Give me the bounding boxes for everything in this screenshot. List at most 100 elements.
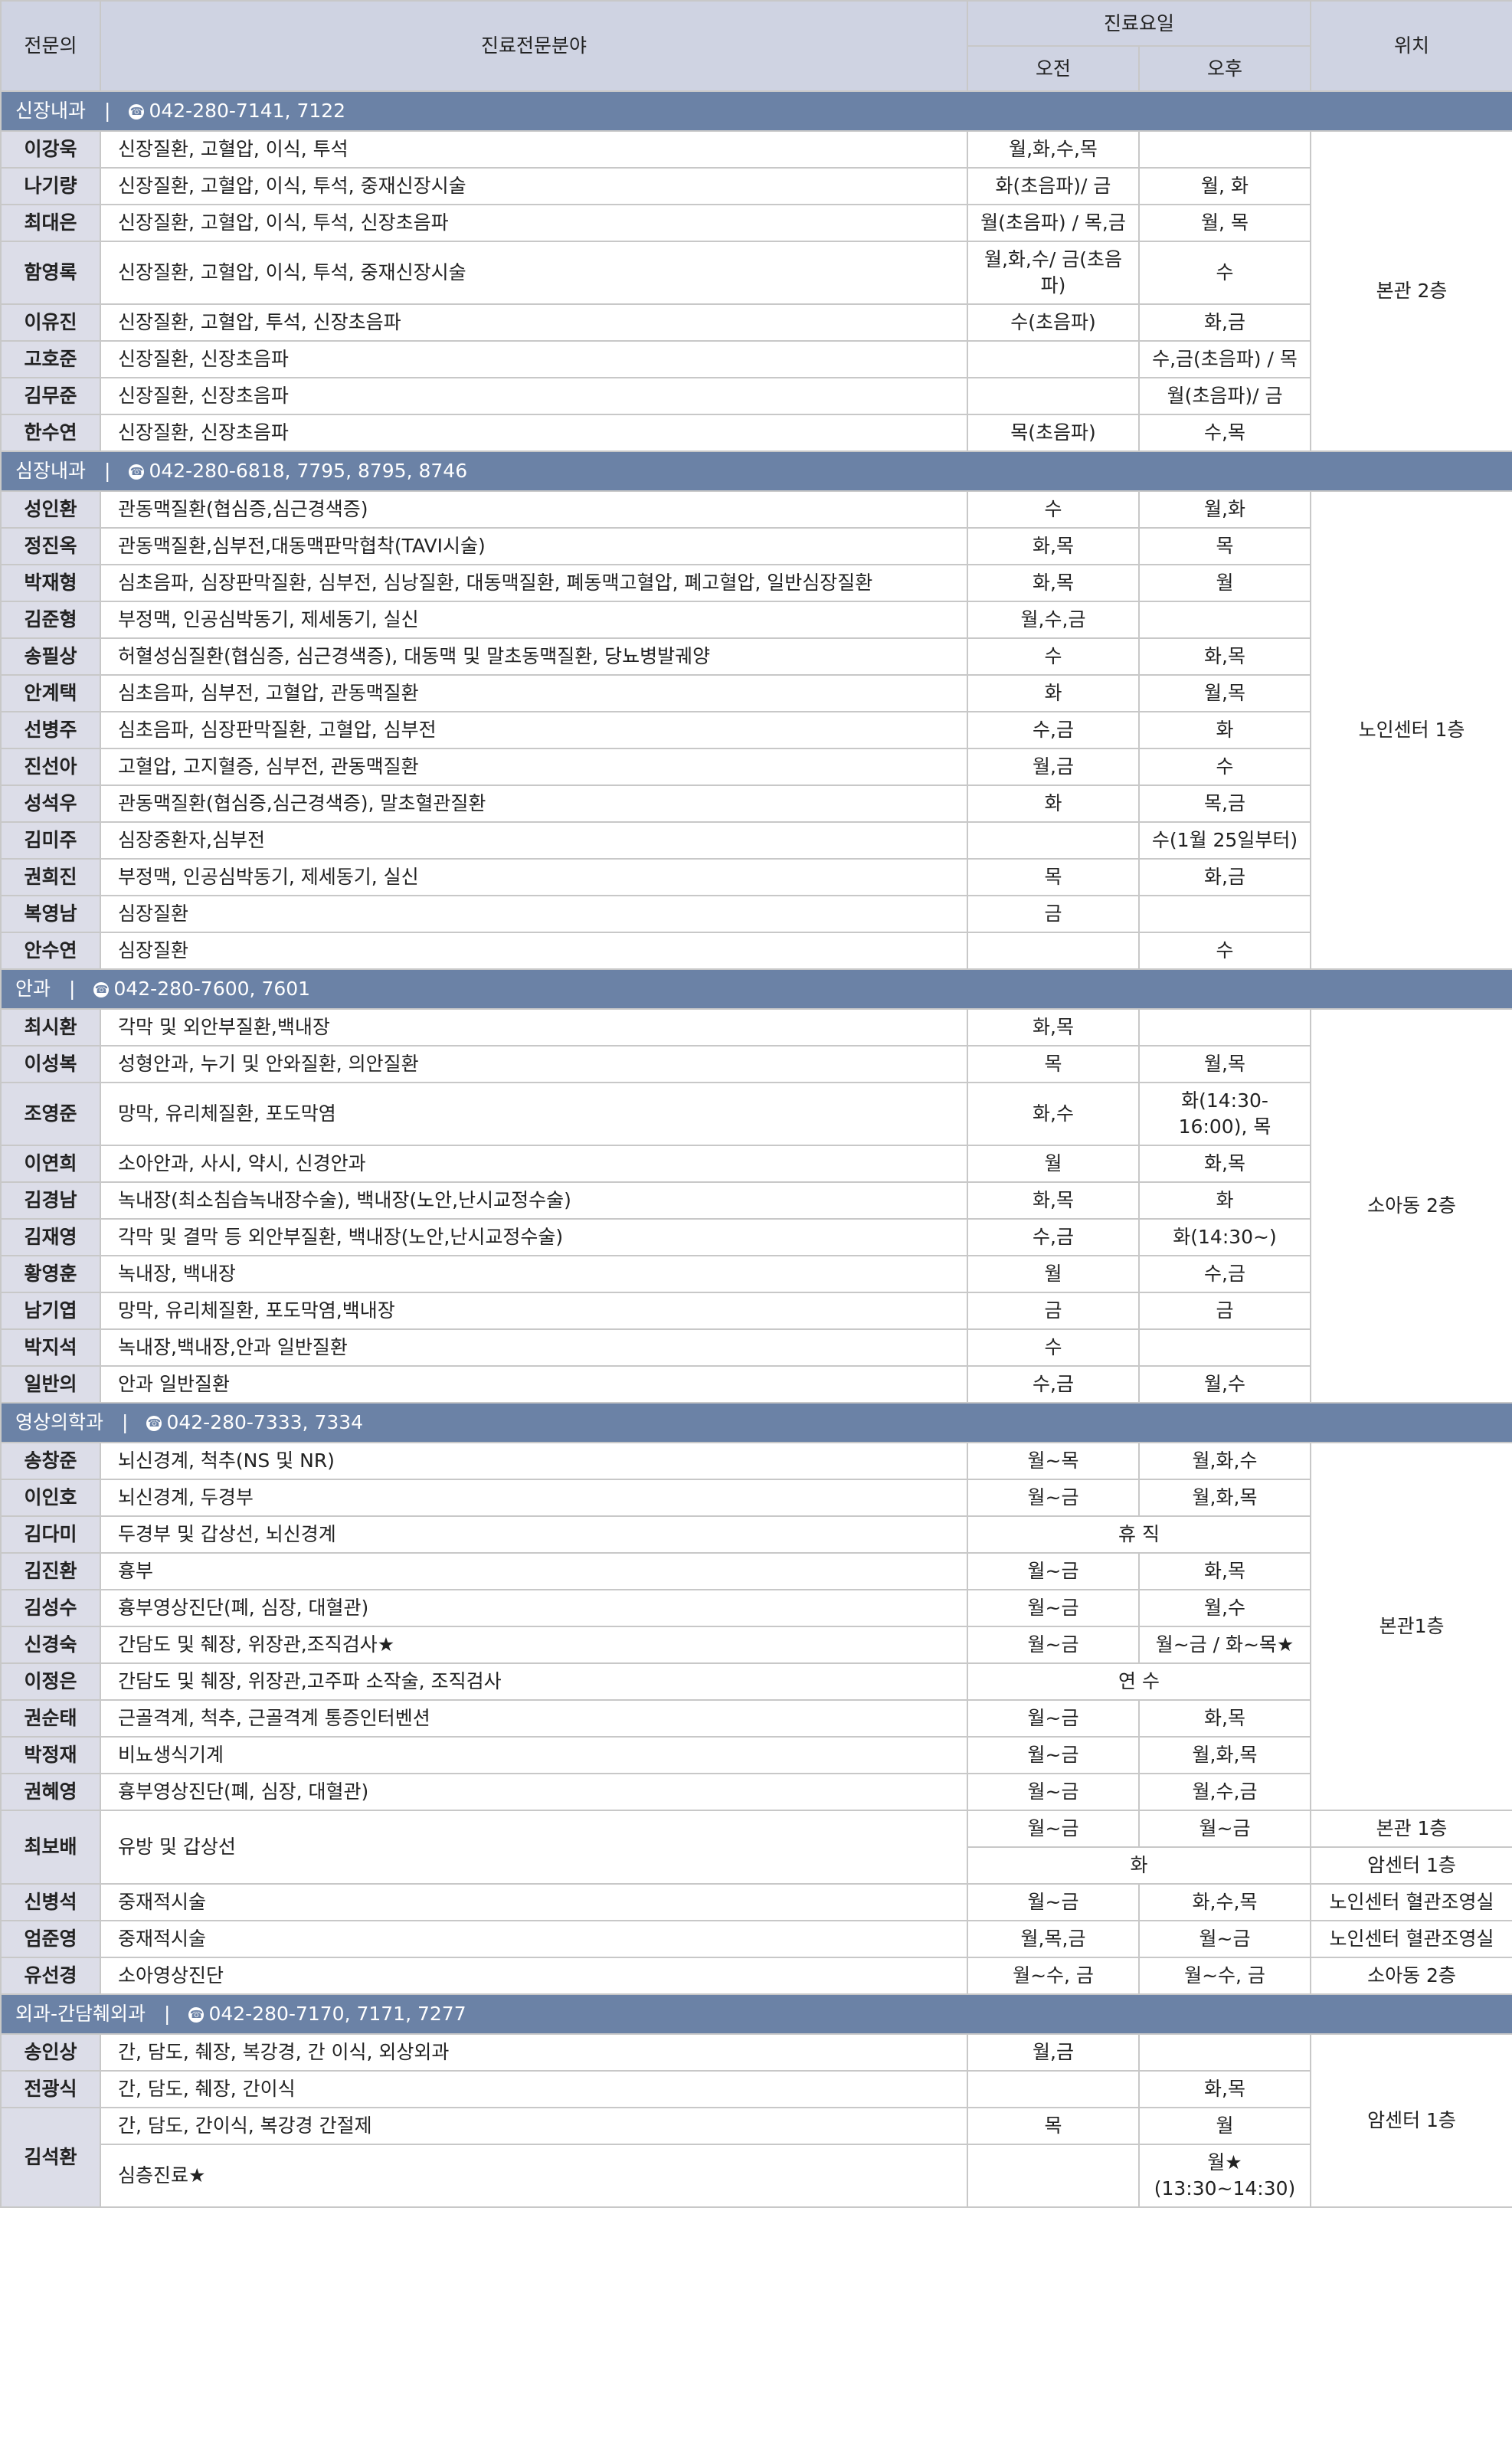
doctor-name: 이성복 — [0, 1045, 101, 1083]
table-row: 전광식 간, 담도, 췌장, 간이식 화,목 — [0, 2070, 1512, 2108]
department-phone: 042-280-6818, 7795, 8795, 8746 — [149, 460, 468, 482]
doctor-name: 최시환 — [0, 1008, 101, 1047]
schedule-pm: 화,수,목 — [1137, 1883, 1312, 1921]
doctor-name: 박정재 — [0, 1736, 101, 1774]
header-am: 오전 — [967, 45, 1140, 92]
schedule-pm: 월,목 — [1137, 1045, 1312, 1083]
table-row: 진선아 고혈압, 고지혈증, 심부전, 관동맥질환 월,금 수 — [0, 748, 1512, 786]
schedule-pm: 화 — [1137, 711, 1312, 749]
schedule-pm: 월,수 — [1137, 1589, 1312, 1627]
schedule-pm: 월(초음파)/ 금 — [1137, 377, 1312, 415]
schedule-pm: 월,수 — [1137, 1365, 1312, 1404]
table-row: 최시환 각막 및 외안부질환,백내장 화,목 소아동 2층 — [0, 1008, 1512, 1404]
doctor-name: 김무준 — [0, 377, 101, 415]
table-row: 선병주 심초음파, 심장판막질환, 고혈압, 심부전 수,금 화 — [0, 711, 1512, 749]
schedule-pm: 수,금 — [1137, 1255, 1312, 1293]
schedule-am: 화,목 — [967, 527, 1140, 565]
schedule-am: 월,수,금 — [967, 601, 1140, 639]
schedule-pm: 월,수,금 — [1137, 1773, 1312, 1811]
doctor-name: 안계택 — [0, 674, 101, 712]
doctor-name: 안수연 — [0, 932, 101, 970]
table-row: 신병석 중재적시술 월~금 화,수,목 노인센터 혈관조영실 — [0, 1883, 1512, 1921]
table-row: 정진옥 관동맥질환,심부전,대동맥판막협착(TAVI시술) 화,목 목 — [0, 527, 1512, 565]
schedule-am — [967, 821, 1140, 860]
specialty: 허혈성심질환(협심증, 심근경색증), 대동맥 및 말초동맥질환, 당뇨병발궤양 — [100, 637, 968, 676]
table-row: 이정은 간담도 및 췌장, 위장관,고주파 소작술, 조직검사 연 수 — [0, 1662, 1512, 1701]
department-phone: 042-280-7333, 7334 — [166, 1411, 364, 1433]
table-row: 김무준 신장질환, 신장초음파 월(초음파)/ 금 — [0, 377, 1512, 415]
location: 노인센터 혈관조영실 — [1310, 1920, 1512, 1958]
department-header: 신장내과 | ☎ 042-280-7141, 7122 — [0, 90, 1512, 132]
table-row: 나기량 신장질환, 고혈압, 이식, 투석, 중재신장시술 화(초음파)/ 금 월, … — [0, 167, 1512, 205]
specialty: 신장질환, 고혈압, 이식, 투석, 신장초음파 — [100, 204, 968, 242]
doctor-name: 정진옥 — [0, 527, 101, 565]
table-row: 김준형 부정맥, 인공심박동기, 제세동기, 실신 월,수,금 — [0, 601, 1512, 639]
schedule-am: 화 — [967, 784, 1140, 823]
schedule-pm: 화,목 — [1137, 2070, 1312, 2108]
doctor-name: 김재영 — [0, 1218, 101, 1256]
schedule-am: 월~금 — [967, 1810, 1140, 1848]
schedule-am: 수,금 — [967, 1218, 1140, 1256]
table-row: 김경남 녹내장(최소침습녹내장수술), 백내장(노안,난시교정수술) 화,목 화 — [0, 1181, 1512, 1220]
table-row: 조영준 망막, 유리체질환, 포도막염 화,수 화(14:30-16:00), 목 — [0, 1082, 1512, 1146]
table-row: 박정재 비뇨생식기계 월~금 월,화,목 — [0, 1736, 1512, 1774]
specialty: 소아영상진단 — [100, 1957, 968, 1995]
table-row: 김재영 각막 및 결막 등 외안부질환, 백내장(노안,난시교정수술) 수,금 화(1… — [0, 1218, 1512, 1256]
schedule-am: 월~금 — [967, 1883, 1140, 1921]
table-row: 일반의 안과 일반질환 수,금 월,수 — [0, 1365, 1512, 1404]
table-row: 송필상 허혈성심질환(협심증, 심근경색증), 대동맥 및 말초동맥질환, 당뇨병… — [0, 637, 1512, 676]
table-row: 함영록 신장질환, 고혈압, 이식, 투석, 중재신장시술 월,화,수/ 금(초음파… — [0, 241, 1512, 305]
doctor-name: 엄준영 — [0, 1920, 101, 1958]
department-bar: 신장내과 | ☎ 042-280-7141, 7122 — [0, 90, 1512, 132]
location: 노인센터 1층 — [1310, 490, 1512, 970]
specialty: 뇌신경계, 두경부 — [100, 1479, 968, 1517]
separator: | — [69, 978, 76, 1000]
schedule-pm: 화(14:30-16:00), 목 — [1137, 1082, 1312, 1146]
schedule-pm — [1137, 1328, 1312, 1367]
schedule-pm: 화,금 — [1137, 303, 1312, 342]
doctor-name: 신병석 — [0, 1883, 101, 1921]
specialty: 각막 및 결막 등 외안부질환, 백내장(노안,난시교정수술) — [100, 1218, 968, 1256]
schedule-am: 월,금 — [967, 2033, 1140, 2072]
specialty: 비뇨생식기계 — [100, 1736, 968, 1774]
table-row: 성인환 관동맥질환(협심증,심근경색증) 수 월,화 노인센터 1층 — [0, 490, 1512, 970]
schedule-pm: 월,화,목 — [1137, 1736, 1312, 1774]
specialty: 신장질환, 고혈압, 이식, 투석 — [100, 130, 968, 169]
doctor-name: 이인호 — [0, 1479, 101, 1517]
doctor-name: 박지석 — [0, 1328, 101, 1367]
doctor-name: 권혜영 — [0, 1773, 101, 1811]
doctor-name: 진선아 — [0, 748, 101, 786]
separator: | — [122, 1411, 129, 1433]
schedule-am: 월 — [967, 1255, 1140, 1293]
specialty: 근골격계, 척추, 근골격계 통증인터벤션 — [100, 1699, 968, 1738]
specialty: 흉부영상진단(폐, 심장, 대혈관) — [100, 1589, 968, 1627]
phone-icon: ☎ — [129, 104, 145, 120]
table-row: 권희진 부정맥, 인공심박동기, 제세동기, 실신 목 화,금 — [0, 858, 1512, 896]
schedule-am: 월,금 — [967, 748, 1140, 786]
header-location: 위치 — [1310, 0, 1512, 92]
schedule-am: 화,목 — [967, 1181, 1140, 1220]
schedule-pm: 월, 화 — [1137, 167, 1312, 205]
location: 본관 1층 — [1310, 1810, 1512, 1848]
department-bar: 영상의학과 | ☎ 042-280-7333, 7334 — [0, 1402, 1512, 1443]
table-row: 최대은 신장질환, 고혈압, 이식, 투석, 신장초음파 월(초음파) / 목,금 월… — [0, 204, 1512, 242]
schedule-pm: 월 — [1137, 564, 1312, 602]
department-phone: 042-280-7141, 7122 — [149, 100, 346, 122]
specialty: 신장질환, 신장초음파 — [100, 340, 968, 378]
department-header: 심장내과 | ☎ 042-280-6818, 7795, 8795, 8746 — [0, 450, 1512, 492]
schedule-pm: 화,목 — [1137, 637, 1312, 676]
specialty: 신장질환, 신장초음파 — [100, 377, 968, 415]
schedule-am: 목 — [967, 858, 1140, 896]
schedule-pm: 수 — [1137, 932, 1312, 970]
schedule-am: 월~금 — [967, 1589, 1140, 1627]
schedule-pm: 목,금 — [1137, 784, 1312, 823]
doctor-name: 복영남 — [0, 895, 101, 933]
schedule-am: 수 — [967, 1328, 1140, 1367]
location: 노인센터 혈관조영실 — [1310, 1883, 1512, 1921]
schedule-pm: 월,목 — [1137, 674, 1312, 712]
schedule-pm: 목 — [1137, 527, 1312, 565]
schedule-pm — [1137, 1008, 1312, 1047]
doctor-name: 일반의 — [0, 1365, 101, 1404]
schedule-pm: 수 — [1137, 241, 1312, 305]
table-row: 김미주 심장중환자,심부전 수(1월 25일부터) — [0, 821, 1512, 860]
